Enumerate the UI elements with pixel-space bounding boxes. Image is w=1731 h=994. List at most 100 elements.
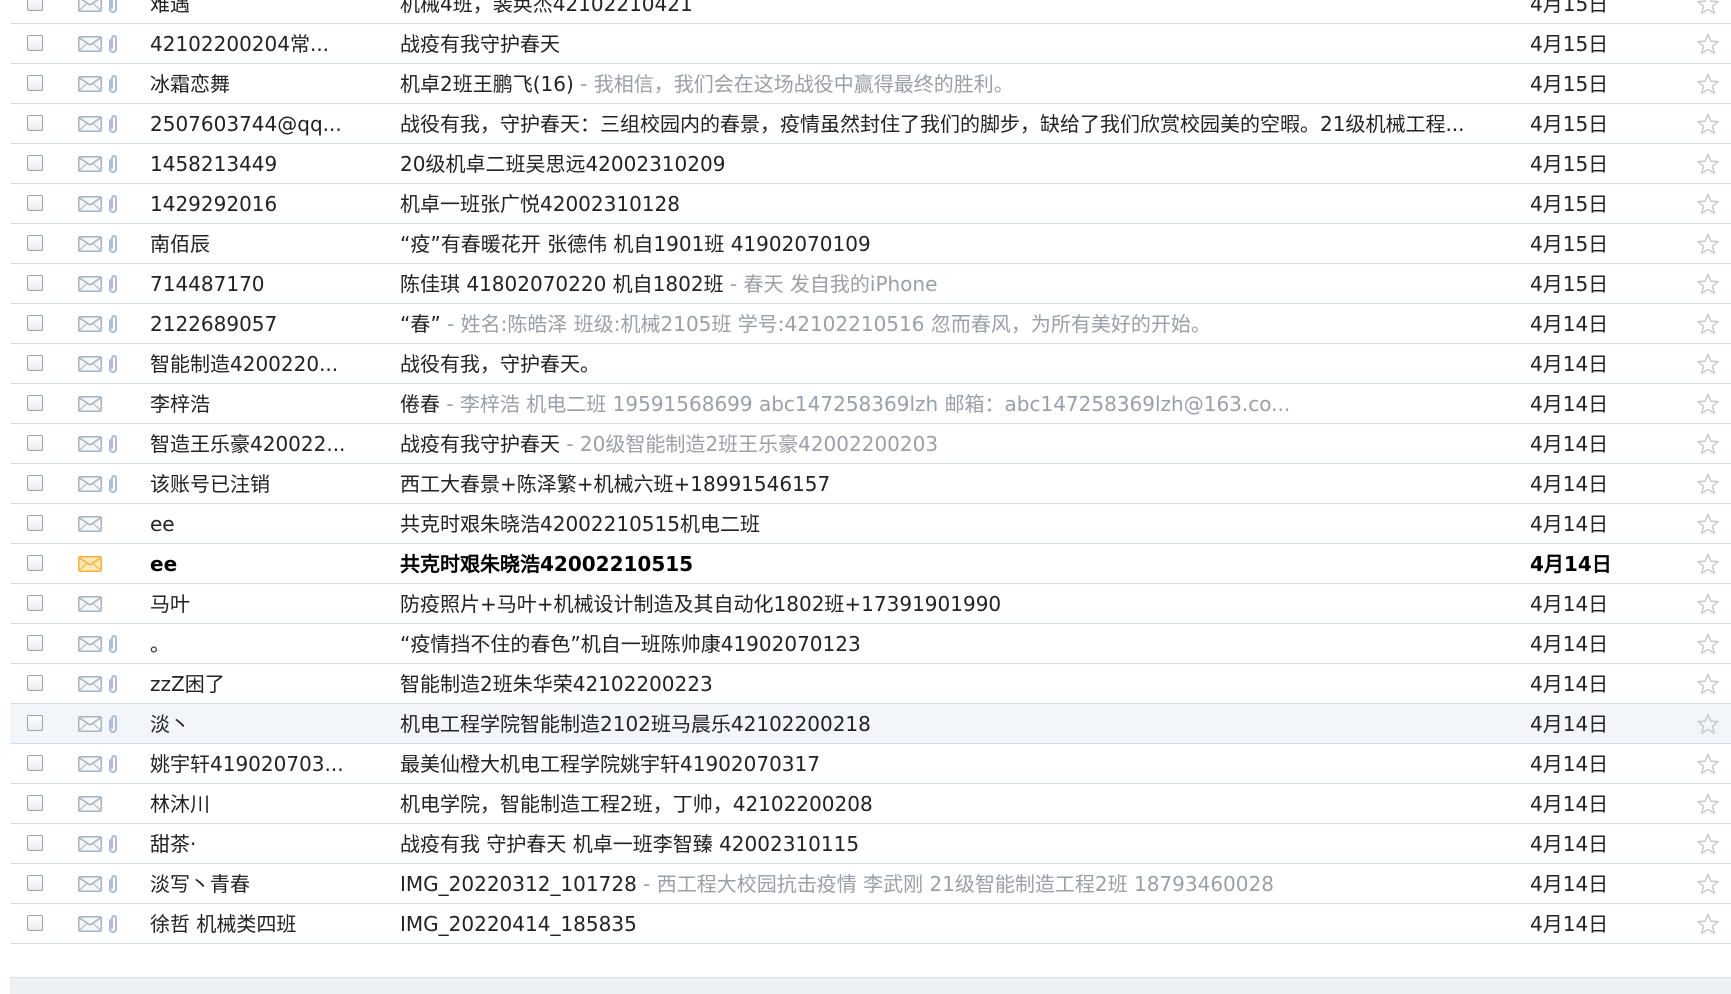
select-checkbox[interactable] <box>27 875 43 891</box>
star-icon[interactable] <box>1696 393 1720 415</box>
received-date: 4月14日 <box>1530 872 1609 896</box>
star-icon[interactable] <box>1696 913 1720 935</box>
select-checkbox[interactable] <box>27 675 43 691</box>
star-icon[interactable] <box>1696 33 1720 55</box>
mail-row[interactable]: 智造王乐豪420022... 战疫有我守护春天 - 20级智能制造2班王乐豪42… <box>10 424 1731 464</box>
select-checkbox[interactable] <box>27 0 43 11</box>
mail-row[interactable]: 714487170 陈佳琪 41802070220 机自1802班 - 春天 发… <box>10 264 1731 304</box>
select-checkbox[interactable] <box>27 795 43 811</box>
mail-row[interactable]: 2507603744@qq... 战役有我，守护春天：三组校园内的春景，疫情虽然… <box>10 104 1731 144</box>
star-icon[interactable] <box>1696 153 1720 175</box>
star-icon[interactable] <box>1696 713 1720 735</box>
preview-text: - 姓名:陈皓泽 班级:机械2105班 学号:42102210516 忽而春风，… <box>440 312 1211 336</box>
mail-row[interactable]: 该账号已注销 西工大春景+陈泽繁+机械六班+18991546157 4月14日 <box>10 464 1731 504</box>
mail-row[interactable]: 林沐川 机电学院，智能制造工程2班，丁帅，42102200208 4月14日 <box>10 784 1731 824</box>
star-icon[interactable] <box>1696 793 1720 815</box>
attachment-icon <box>109 675 117 693</box>
star-icon[interactable] <box>1696 473 1720 495</box>
select-checkbox[interactable] <box>27 75 43 91</box>
star-icon[interactable] <box>1696 353 1720 375</box>
select-checkbox[interactable] <box>27 555 43 571</box>
attachment-icon <box>109 115 117 133</box>
mail-row[interactable]: 。 “疫情挡不住的春色”机自一班陈帅康41902070123 4月14日 <box>10 624 1731 664</box>
mail-row[interactable]: 甜茶· 战疫有我 守护春天 机卓一班李智臻 42002310115 4月14日 <box>10 824 1731 864</box>
star-icon[interactable] <box>1696 553 1720 575</box>
select-checkbox[interactable] <box>27 195 43 211</box>
mail-row[interactable]: 2122689057 “春” - 姓名:陈皓泽 班级:机械2105班 学号:42… <box>10 304 1731 344</box>
mail-row[interactable]: 马叶 防疫照片+马叶+机械设计制造及其自动化1802班+17391901990 … <box>10 584 1731 624</box>
mail-row[interactable]: 淡写丶青春 IMG_20220312_101728 - 西工程大校园抗击疫情 李… <box>10 864 1731 904</box>
star-icon[interactable] <box>1696 313 1720 335</box>
star-icon[interactable] <box>1696 593 1720 615</box>
sender-name: 智造王乐豪420022... <box>150 432 346 456</box>
mail-row[interactable]: 难遇 机械4班，裴奂杰42102210421 4月15日 <box>10 0 1731 24</box>
subject-text: IMG_20220414_185835 <box>400 912 637 936</box>
star-icon[interactable] <box>1696 0 1720 15</box>
star-icon[interactable] <box>1696 233 1720 255</box>
mail-row[interactable]: 徐哲 机械类四班 IMG_20220414_185835 4月14日 <box>10 904 1731 944</box>
select-checkbox[interactable] <box>27 395 43 411</box>
mail-row[interactable]: ee 共克时艰朱晓浩42002210515 4月14日 <box>10 544 1731 584</box>
select-checkbox[interactable] <box>27 835 43 851</box>
received-date: 4月15日 <box>1530 192 1609 216</box>
mail-row[interactable]: zzZ困了 智能制造2班朱华荣42102200223 4月14日 <box>10 664 1731 704</box>
subject-line: 共克时艰朱晓浩42002210515 <box>400 544 1492 584</box>
star-icon[interactable] <box>1696 113 1720 135</box>
select-checkbox[interactable] <box>27 635 43 651</box>
subject-text: “疫情挡不住的春色”机自一班陈帅康41902070123 <box>400 632 861 656</box>
received-date: 4月15日 <box>1530 272 1609 296</box>
select-checkbox[interactable] <box>27 35 43 51</box>
mail-row[interactable]: 1429292016 机卓一班张广悦42002310128 4月15日 <box>10 184 1731 224</box>
star-icon[interactable] <box>1696 633 1720 655</box>
star-icon[interactable] <box>1696 513 1720 535</box>
received-date: 4月14日 <box>1530 392 1609 416</box>
select-checkbox[interactable] <box>27 315 43 331</box>
envelope-icon <box>78 716 102 732</box>
select-checkbox[interactable] <box>27 595 43 611</box>
select-checkbox[interactable] <box>27 435 43 451</box>
star-icon[interactable] <box>1696 73 1720 95</box>
sender-name: ee <box>150 512 175 536</box>
star-icon[interactable] <box>1696 873 1720 895</box>
select-checkbox[interactable] <box>27 155 43 171</box>
attachment-icon <box>109 315 117 333</box>
mail-row[interactable]: 1458213449 20级机卓二班吴思远42002310209 4月15日 <box>10 144 1731 184</box>
received-date: 4月14日 <box>1530 592 1609 616</box>
subject-text: 共克时艰朱晓浩42002210515 <box>400 552 694 576</box>
select-checkbox[interactable] <box>27 275 43 291</box>
preview-text: - 西工程大校园抗击疫情 李武刚 21级智能制造工程2班 18793460028 <box>636 872 1274 896</box>
subject-line: 机械4班，裴奂杰42102210421 <box>400 0 1492 24</box>
select-checkbox[interactable] <box>27 475 43 491</box>
select-checkbox[interactable] <box>27 915 43 931</box>
select-checkbox[interactable] <box>27 235 43 251</box>
star-icon[interactable] <box>1696 833 1720 855</box>
mail-row[interactable]: 42102200204常... 战疫有我守护春天 4月15日 <box>10 24 1731 64</box>
star-icon[interactable] <box>1696 273 1720 295</box>
select-checkbox[interactable] <box>27 355 43 371</box>
envelope-icon <box>78 596 102 612</box>
select-checkbox[interactable] <box>27 515 43 531</box>
horizontal-scrollbar[interactable] <box>10 977 1731 994</box>
select-checkbox[interactable] <box>27 715 43 731</box>
mail-row[interactable]: 李梓浩 倦春 - 李梓浩 机电二班 19591568699 abc1472583… <box>10 384 1731 424</box>
star-icon[interactable] <box>1696 673 1720 695</box>
star-icon[interactable] <box>1696 193 1720 215</box>
mail-row[interactable]: ee 共克时艰朱晓浩42002210515机电二班 4月14日 <box>10 504 1731 544</box>
received-date: 4月14日 <box>1530 832 1609 856</box>
star-icon[interactable] <box>1696 433 1720 455</box>
attachment-icon <box>109 195 117 213</box>
sender-name: 难遇 <box>150 0 190 16</box>
subject-text: 陈佳琪 41802070220 机自1802班 <box>400 272 724 296</box>
mail-row[interactable]: 南佰辰 “疫”有春暖花开 张德伟 机自1901班 41902070109 4月1… <box>10 224 1731 264</box>
mail-row[interactable]: 淡丶 机电工程学院智能制造2102班马晨乐42102200218 4月14日 <box>10 704 1731 744</box>
subject-text: “春” <box>400 312 441 336</box>
select-checkbox[interactable] <box>27 115 43 131</box>
star-icon[interactable] <box>1696 753 1720 775</box>
mail-row[interactable]: 智能制造4200220... 战役有我，守护春天。 4月14日 <box>10 344 1731 384</box>
mail-row[interactable]: 姚宇轩419020703... 最美仙橙大机电工程学院姚宇轩4190207031… <box>10 744 1731 784</box>
envelope-icon <box>78 196 102 212</box>
subject-text: 机卓2班王鹏飞(16) <box>400 72 574 96</box>
mail-row[interactable]: 冰霜恋舞 机卓2班王鹏飞(16) - 我相信，我们会在这场战役中赢得最终的胜利。… <box>10 64 1731 104</box>
select-checkbox[interactable] <box>27 755 43 771</box>
subject-line: “疫”有春暖花开 张德伟 机自1901班 41902070109 <box>400 224 1492 264</box>
